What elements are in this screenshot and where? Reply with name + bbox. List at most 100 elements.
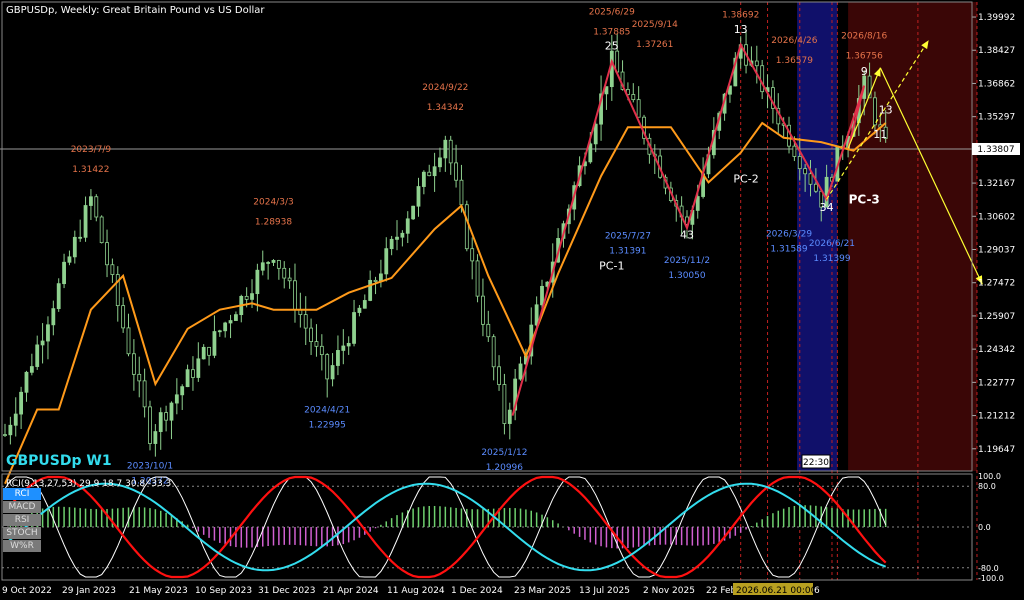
annotation-price: 1.22995 (309, 421, 346, 431)
osc-level-label: 100.0 (978, 472, 1001, 481)
time-tick-label: 1 Dec 2024 (451, 586, 503, 596)
candle-body (389, 238, 394, 250)
candle-body (593, 123, 598, 145)
candle-body (255, 269, 260, 295)
candle-body (438, 157, 442, 168)
price-tick-label: 1.35297 (978, 113, 1015, 123)
time-tick-label: 10 Sep 2023 (195, 586, 252, 596)
wave-count-label: 13 (879, 103, 893, 116)
candle-body (459, 179, 464, 206)
candle-body (223, 322, 228, 332)
candle-body (534, 304, 539, 326)
candle-body (797, 156, 802, 170)
candle-body (368, 279, 373, 301)
pattern-label: PC-3 (849, 193, 880, 207)
candle-body (62, 261, 66, 285)
candle-body (83, 205, 88, 238)
indicator-button-rci[interactable]: RCI (3, 488, 41, 500)
candle-body (260, 262, 265, 271)
candle-body (362, 300, 367, 309)
annotation-date: 2023/7/9 (71, 145, 112, 155)
price-tick-label: 1.36862 (978, 79, 1015, 89)
annotation-date: 2026/1/25 (718, 0, 764, 1)
osc-level-label: 0.0 (978, 523, 991, 532)
candle-body (540, 285, 544, 306)
candle-body (588, 143, 593, 163)
candle-body (29, 366, 34, 373)
pattern-label: PC-2 (733, 172, 758, 185)
candle-body (636, 99, 641, 118)
annotation-date: 2024/9/22 (422, 83, 468, 93)
annotation-price: 1.31589 (770, 244, 807, 254)
time-box: 22:30 (801, 454, 831, 469)
highlight-zones (797, 2, 977, 471)
candle-body (24, 371, 29, 393)
annotation-price: 1.31422 (72, 165, 109, 175)
indicator-button-rsi[interactable]: RSI (3, 514, 41, 526)
candle-body (405, 218, 410, 234)
candle-body (808, 173, 813, 185)
annotation-price: 1.31399 (813, 254, 850, 264)
osc-level-label: -80.0 (978, 564, 999, 573)
candle-body (293, 280, 297, 311)
cursor-date-label: 2026.06.21 00:00 (736, 586, 817, 596)
candle-body (384, 248, 389, 275)
indicator-button-macd[interactable]: MACD (3, 501, 41, 513)
candle-body (491, 336, 496, 368)
indicator-button-wr[interactable]: W%R (3, 540, 41, 552)
osc-level-label: 80.0 (978, 482, 996, 491)
annotation-date: 2023/10/1 (127, 461, 173, 471)
candle-body (754, 60, 759, 67)
candle-body (803, 168, 808, 175)
candle-body (357, 307, 362, 313)
annotation-date: 2025/6/29 (589, 8, 635, 18)
time-tick-label: 22 Feb (706, 586, 737, 596)
pattern-label: PC-1 (599, 259, 624, 272)
candle-body (121, 305, 126, 329)
annotation-date: 2025/9/14 (632, 20, 678, 30)
candle-body (191, 369, 195, 378)
candle-body (341, 345, 346, 351)
candle-body (448, 139, 453, 164)
candle-body (373, 279, 378, 282)
candle-body (137, 373, 142, 382)
candle-body (126, 327, 131, 355)
candle-body (502, 384, 507, 424)
annotation-price: 1.28938 (255, 218, 292, 228)
candle-body (3, 434, 7, 436)
candle-body (352, 312, 356, 344)
price-tick-label: 1.24342 (978, 345, 1015, 355)
wave-count-label: 11 (873, 128, 887, 141)
candle-body (432, 166, 437, 177)
candle-body (873, 97, 877, 126)
candle-body (8, 424, 13, 436)
candle-body (631, 94, 636, 101)
svg-text:1.33807: 1.33807 (977, 145, 1014, 155)
candle-body (110, 264, 115, 275)
candle-body (760, 65, 765, 93)
candle-body (164, 412, 169, 421)
annotation-date: 2024/4/21 (304, 406, 350, 416)
candle-body (78, 236, 83, 239)
candle-body (158, 412, 163, 432)
price-tick-label: 1.21212 (978, 412, 1015, 422)
candle-body (89, 196, 93, 206)
candle-body (395, 236, 399, 240)
price-tick-label: 1.27472 (978, 279, 1015, 289)
candle-body (46, 324, 50, 342)
wave-count-label: 25 (605, 40, 619, 53)
candle-body (266, 262, 271, 264)
candle-body (56, 283, 61, 310)
osc-level-label: -100.0 (978, 574, 1004, 583)
candle-body (325, 354, 330, 380)
annotation-date: 2026/4/26 (771, 36, 817, 46)
price-chart[interactable]: 2023/7/91.314222023/10/11.203722024/3/31… (0, 0, 1024, 600)
candle-body (309, 327, 313, 342)
candle-body (174, 394, 179, 404)
candle-body (421, 171, 426, 187)
annotation-price: 1.31391 (609, 247, 646, 257)
candle-body (346, 342, 351, 347)
candle-body (443, 139, 448, 159)
indicator-button-stoch[interactable]: STOCH (3, 527, 41, 539)
price-tick-label: 1.19647 (978, 445, 1015, 455)
